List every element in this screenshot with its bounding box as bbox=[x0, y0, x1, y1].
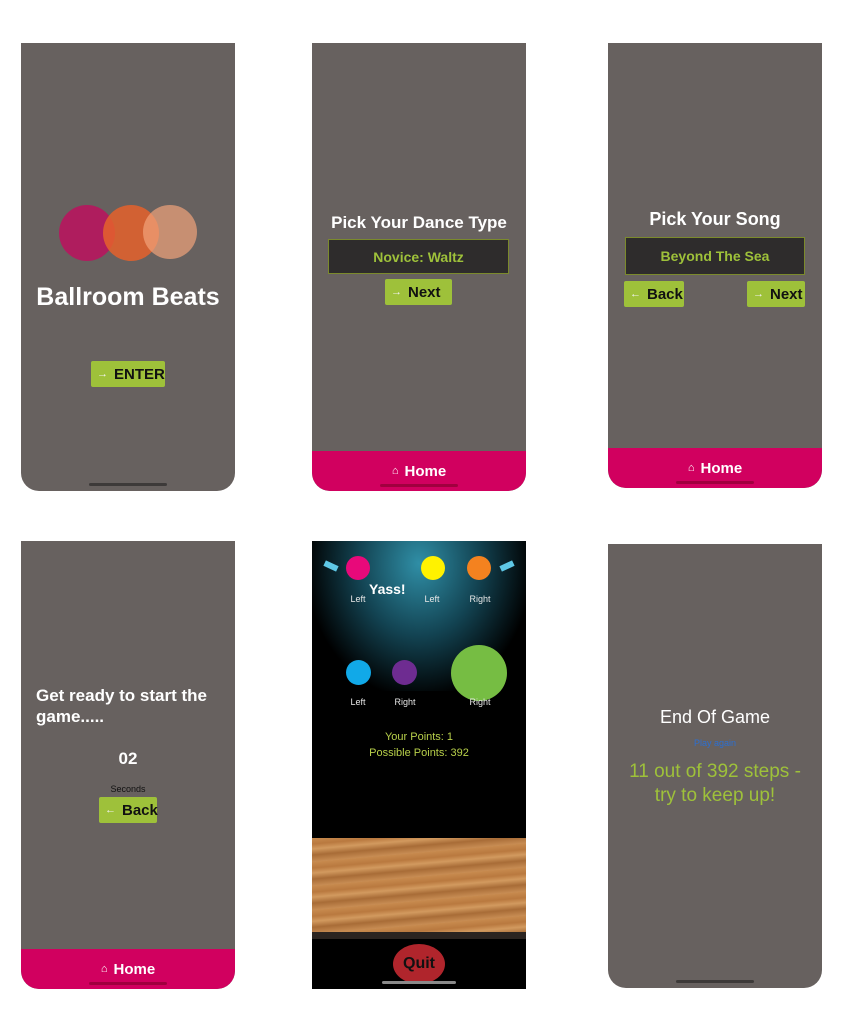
song-picker[interactable]: Beyond The Sea bbox=[625, 237, 805, 275]
target-label: Right bbox=[394, 697, 416, 707]
page-title: Pick Your Dance Type bbox=[331, 213, 507, 232]
home-indicator[interactable] bbox=[380, 484, 458, 487]
your-points: Your Points: 1 bbox=[384, 731, 454, 743]
arrow-right-icon: → bbox=[753, 288, 764, 300]
home-indicator[interactable] bbox=[676, 481, 754, 484]
target-circle-pink[interactable] bbox=[346, 556, 370, 580]
arrow-right-icon: → bbox=[391, 286, 402, 298]
target-circle-yellow[interactable] bbox=[421, 556, 445, 580]
next-label: Next bbox=[408, 283, 441, 301]
home-icon: ⌂ bbox=[687, 462, 695, 474]
home-indicator[interactable] bbox=[676, 980, 754, 983]
next-label: Next bbox=[770, 285, 803, 303]
back-label: Back bbox=[122, 801, 158, 819]
home-icon: ⌂ bbox=[391, 465, 399, 477]
feedback-text: Yass! bbox=[369, 581, 406, 597]
song-screen: Pick Your Song Beyond The Sea ← Back → N… bbox=[608, 43, 822, 488]
play-again-link[interactable]: Play again bbox=[608, 738, 822, 748]
gameplay-screen: Left Left Right Yass! Left Right Right Y… bbox=[312, 541, 526, 989]
back-button[interactable]: ← Back bbox=[99, 797, 158, 823]
splash-screen: Ballroom Beats → ENTER bbox=[21, 43, 235, 491]
target-label: Left bbox=[350, 697, 366, 707]
home-label: Home bbox=[700, 459, 743, 477]
song-value: Beyond The Sea bbox=[660, 248, 770, 264]
target-circle-orange[interactable] bbox=[467, 556, 491, 580]
home-indicator[interactable] bbox=[89, 483, 167, 486]
dance-type-screen: Pick Your Dance Type Novice: Waltz → Nex… bbox=[312, 43, 526, 491]
end-title: End Of Game bbox=[659, 707, 771, 727]
target-circle-green[interactable] bbox=[451, 645, 507, 701]
home-icon: ⌂ bbox=[100, 963, 108, 975]
home-label: Home bbox=[404, 462, 447, 480]
home-tab[interactable]: ⌂ Home bbox=[312, 451, 526, 491]
arrow-right-icon: → bbox=[97, 368, 108, 380]
home-tab[interactable]: ⌂ Home bbox=[608, 448, 822, 488]
dance-type-picker[interactable]: Novice: Waltz bbox=[328, 239, 509, 274]
target-label: Right bbox=[469, 697, 491, 707]
next-button[interactable]: → Next bbox=[385, 279, 452, 305]
target-circle-blue[interactable] bbox=[346, 660, 371, 685]
quit-label: Quit bbox=[403, 955, 435, 972]
app-name: Ballroom Beats bbox=[36, 283, 220, 311]
countdown-screen: Get ready to start the game..... 02 Seco… bbox=[21, 541, 235, 989]
home-indicator[interactable] bbox=[89, 982, 167, 985]
quit-button[interactable]: Quit bbox=[393, 944, 445, 984]
possible-points: Possible Points: 392 bbox=[369, 747, 469, 759]
enter-button[interactable]: → ENTER bbox=[91, 361, 165, 387]
dance-floor bbox=[312, 838, 526, 932]
countdown-value: 02 bbox=[118, 749, 138, 768]
result-text: 11 out of 392 steps - try to keep up! bbox=[629, 761, 801, 806]
target-label: Right bbox=[469, 594, 491, 604]
target-circle-purple[interactable] bbox=[392, 660, 417, 685]
arrow-left-icon: ← bbox=[630, 288, 641, 300]
enter-label: ENTER bbox=[114, 365, 165, 383]
home-label: Home bbox=[113, 960, 156, 978]
arrow-left-icon: ← bbox=[105, 804, 116, 816]
countdown-unit: Seconds bbox=[110, 784, 146, 794]
page-title: Pick Your Song bbox=[649, 209, 781, 229]
target-label: Left bbox=[424, 594, 440, 604]
home-indicator[interactable] bbox=[382, 981, 456, 984]
back-label: Back bbox=[647, 285, 683, 303]
ready-message: Get ready to start the game..... bbox=[36, 686, 207, 726]
dance-type-value: Novice: Waltz bbox=[373, 248, 464, 265]
logo-circle-peach bbox=[143, 205, 197, 259]
home-tab[interactable]: ⌂ Home bbox=[21, 949, 235, 989]
back-button[interactable]: ← Back bbox=[624, 281, 684, 307]
next-button[interactable]: → Next bbox=[747, 281, 805, 307]
end-of-game-screen: End Of Game Play again 11 out of 392 ste… bbox=[608, 544, 822, 988]
floor-edge bbox=[312, 932, 526, 939]
